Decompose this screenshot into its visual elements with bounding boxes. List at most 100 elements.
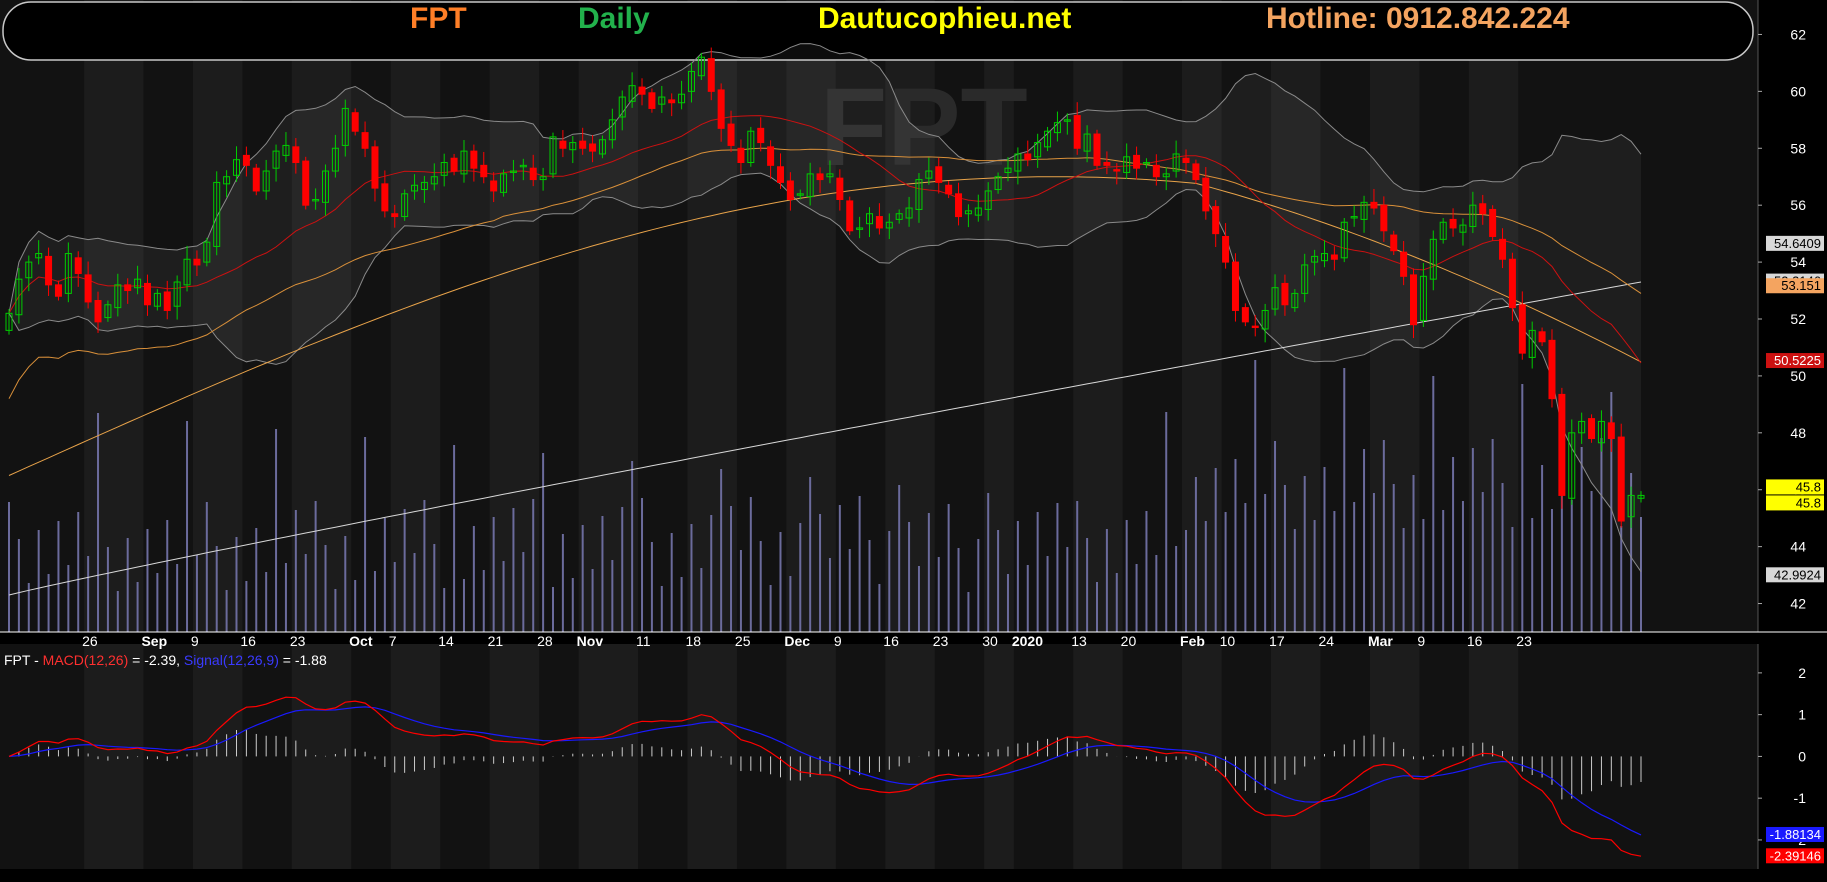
candle-body [1607,422,1615,440]
candle-body [1113,169,1121,172]
candle-body [737,147,745,163]
week-band [390,644,441,869]
macd-tag-label: -1.88134 [1770,827,1821,842]
price-tag-label: 45.8 [1796,479,1821,494]
price-tag-label: 53.151 [1781,278,1821,293]
macd-tick-label: 0 [1798,748,1806,764]
price-tag-label: 42.9924 [1774,567,1821,582]
candle-body [371,146,379,189]
candle-body [846,200,854,232]
candle-body [1152,164,1160,178]
candle-body [1330,254,1338,260]
week-band [578,644,639,869]
candle-body [757,127,765,144]
candle-body [450,157,458,172]
candle-body [1617,436,1625,522]
candle-body [1251,325,1259,329]
price-tick-label: 54 [1790,254,1806,270]
week-band [1271,644,1321,869]
price-tick-label: 50 [1790,368,1806,384]
candle-body [1093,133,1101,166]
week-band [291,644,352,869]
candle-body [945,184,953,195]
date-tick-label: 16 [1467,633,1483,649]
candle-body [1558,393,1566,496]
date-tick-label: 23 [1516,633,1532,649]
candle-body [776,166,784,183]
candle-body [1133,154,1141,169]
candle-body [707,58,715,92]
candle-body [84,274,92,303]
candle-body [1410,274,1418,326]
date-tick-label: 11 [636,633,651,649]
candle-body [490,180,498,192]
price-tick-label: 60 [1790,83,1806,99]
candle-body [648,92,656,109]
candle-body [767,146,775,166]
candle-body [1518,304,1526,354]
candle-body [1202,177,1210,212]
candle-body [1024,153,1032,161]
candle-body [292,146,300,164]
week-band [84,644,144,869]
macd-legend-macd-value: = -2.39, [128,652,184,668]
candle-body [529,167,537,181]
stock-chart[interactable]: FPT424446485052545658606226Sep91623Oct71… [0,0,1827,882]
date-tick-label: 20 [1121,633,1137,649]
candle-body [1212,206,1220,235]
candle-body [124,284,132,292]
candle-body [668,99,676,104]
date-tick-label: 9 [1417,633,1425,649]
candle-body [1400,251,1408,277]
date-tick-label: 24 [1318,633,1334,649]
week-band [489,644,540,869]
date-tick-label: 14 [438,633,454,649]
macd-legend: FPT - MACD(12,26) = -2.39, Signal(12,26,… [4,652,327,668]
period-title: Daily [578,2,650,35]
date-tick-label: Mar [1368,633,1393,649]
candle-body [74,257,82,274]
candle-body [589,143,597,152]
candle-body [1182,157,1190,163]
candle-body [391,213,399,218]
candle-body [1370,201,1378,209]
candle-body [252,167,260,192]
macd-tag-label: -2.39146 [1770,848,1821,863]
candle-body [1192,163,1200,181]
candle-body [1390,234,1398,252]
hotline-title: Hotline: 0912.842.224 [1266,2,1570,35]
date-tick-label: 23 [290,633,306,649]
week-band [885,644,935,869]
candle-body [935,166,943,183]
macd-legend-separator: - [30,652,43,668]
candle-body [786,180,794,200]
date-tick-label: 23 [933,633,949,649]
macd-legend-symbol: FPT [4,652,31,668]
macd-legend-signal-label: Signal(12,26,9) [183,652,279,668]
candle-body [94,300,102,323]
candle-body [381,183,389,212]
macd-legend-macd-label: MACD(12,26) [42,652,129,668]
candle-body [1103,162,1111,166]
candle-body [1548,339,1556,400]
site-title: Dautucophieu.net [818,2,1072,35]
macd-tick-label: -1 [1794,790,1807,806]
macd-legend-signal-value: = -1.88 [278,652,327,668]
candle-body [727,123,735,146]
candle-body [816,173,824,181]
symbol-title: FPT [410,2,467,35]
candle-body [193,258,201,266]
price-tick-label: 52 [1790,311,1806,327]
candle-body [54,284,62,297]
date-tick-label: 17 [1269,633,1285,649]
date-tick-label: Feb [1180,633,1205,649]
candle-body [1588,418,1596,440]
candle-body [1380,204,1388,232]
week-band [687,644,737,869]
price-tick-label: 62 [1790,26,1806,42]
week-band [1369,644,1420,869]
candle-body [302,160,310,206]
candle-body [559,140,567,149]
candle-body [1538,331,1546,343]
candle-body [1489,208,1497,237]
